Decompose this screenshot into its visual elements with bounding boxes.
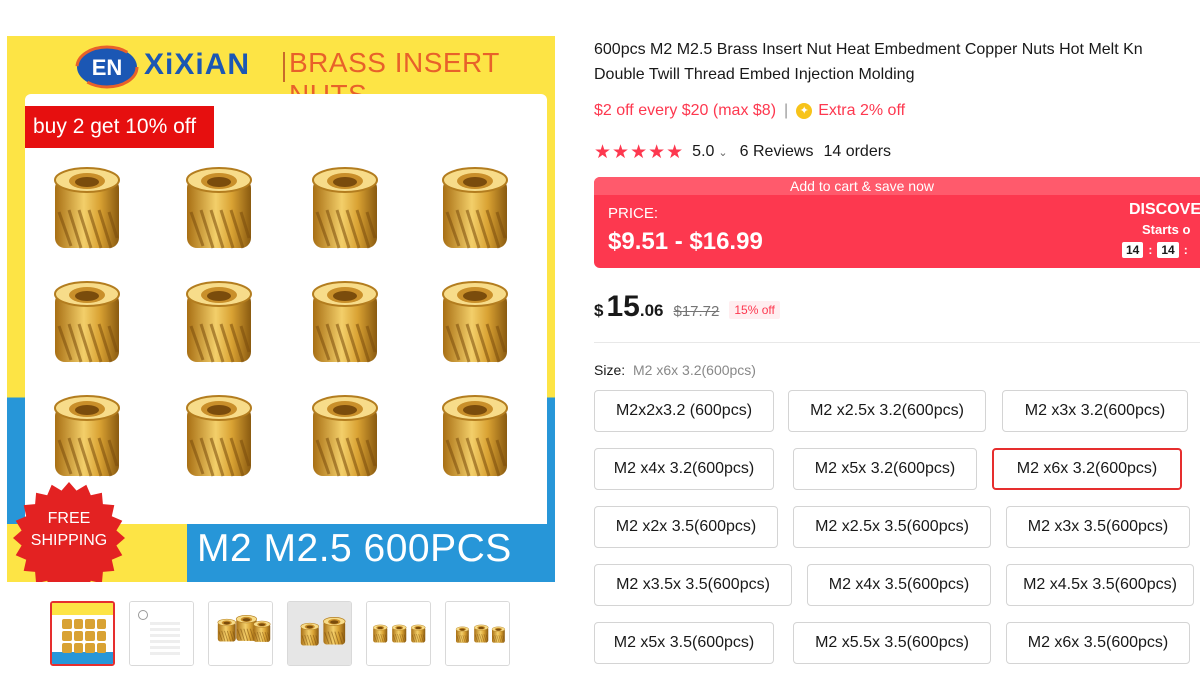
size-selected-value: M2 x6x 3.2(600pcs) (633, 362, 756, 378)
thumbnail-5[interactable] (366, 601, 431, 666)
orders-count: 14 orders (823, 143, 892, 160)
coin-icon: ✦ (796, 103, 813, 119)
size-option-2[interactable]: M2 x2.5x 3.2(600pcs) (788, 390, 986, 432)
image-right-band (547, 96, 555, 582)
size-option-8[interactable]: M2 x2.5x 3.5(600pcs) (793, 506, 991, 548)
product-title-line-1: 600pcs M2 M2.5 Brass Insert Nut Heat Emb… (594, 41, 1143, 58)
reviews-link[interactable]: 6 Reviews (740, 143, 814, 161)
original-price: $17.72 (673, 303, 720, 320)
brand-name: XiXiAN (144, 48, 251, 81)
brass-nut-7 (303, 278, 387, 370)
thumbnail-3[interactable] (208, 601, 273, 666)
brass-nut-10 (177, 392, 261, 484)
product-title-line-2: Double Twill Thread Embed Injection Mold… (594, 66, 915, 83)
brass-nut-4 (433, 164, 517, 256)
promo-badge: buy 2 get 10% off (25, 106, 214, 148)
price-range: $9.51 - $16.99 (608, 228, 763, 255)
chevron-down-icon[interactable]: ⌄ (718, 146, 727, 159)
size-option-1[interactable]: M2x2x3.2 (600pcs) (594, 390, 774, 432)
brass-nut-1 (45, 164, 129, 256)
size-option-12[interactable]: M2 x4.5x 3.5(600pcs) (1006, 564, 1194, 606)
brand-logo-text: EN (92, 55, 123, 80)
price-decimal: .06 (639, 301, 664, 320)
brass-nuts-grid (45, 164, 525, 504)
thumbnail-1[interactable] (50, 601, 115, 666)
free-shipping-label: FREE SHIPPING (30, 510, 108, 549)
countdown-timer: 14 : 14 : (1122, 242, 1193, 258)
current-price-row: $ 15 .06 $17.72 15% off (594, 290, 780, 324)
main-product-image[interactable]: EN XiXiAN BRASS INSERT NUTS buy 2 get 10… (7, 36, 555, 582)
brand-divider (283, 52, 285, 82)
timer-colon-1: : (1148, 243, 1153, 257)
brass-nut-5 (45, 278, 129, 370)
timer-box-1: 14 (1122, 242, 1144, 258)
price-banner: Add to cart & save now PRICE: $9.51 - $1… (594, 177, 1200, 268)
image-caption: M2 M2.5 600PCS (197, 527, 512, 570)
thumbnail-4[interactable] (287, 601, 352, 666)
size-option-6[interactable]: M2 x6x 3.2(600pcs) (992, 448, 1182, 490)
size-label-row: Size: M2 x6x 3.2(600pcs) (594, 362, 756, 378)
size-option-3[interactable]: M2 x3x 3.2(600pcs) (1002, 390, 1188, 432)
price-currency: $ (594, 301, 604, 320)
discover-label: DISCOVE (1129, 201, 1200, 218)
brass-nut-9 (45, 392, 129, 484)
size-option-13[interactable]: M2 x5x 3.5(600pcs) (594, 622, 774, 664)
rating-value[interactable]: 5.0 (692, 143, 714, 161)
coupon-separator: | (784, 102, 789, 119)
size-option-4[interactable]: M2 x4x 3.2(600pcs) (594, 448, 774, 490)
extra-off-text[interactable]: Extra 2% off (818, 102, 905, 120)
timer-box-2: 14 (1157, 242, 1179, 258)
brass-nut-2 (177, 164, 261, 256)
coupon-text[interactable]: $2 off every $20 (max $8) (594, 102, 776, 120)
starts-on-label: Starts o (1142, 222, 1191, 237)
size-option-15[interactable]: M2 x6x 3.5(600pcs) (1006, 622, 1190, 664)
size-option-7[interactable]: M2 x2x 3.5(600pcs) (594, 506, 778, 548)
add-to-cart-save-text: Add to cart & save now (594, 177, 1200, 195)
price-label: PRICE: (608, 205, 659, 222)
brass-nut-12 (433, 392, 517, 484)
brass-nut-11 (303, 392, 387, 484)
thumbnail-6[interactable] (445, 601, 510, 666)
timer-colon-2: : (1183, 243, 1188, 257)
coupon-row: $2 off every $20 (max $8) | ✦ Extra 2% o… (594, 100, 905, 122)
discount-badge: 15% off (729, 301, 780, 319)
size-option-11[interactable]: M2 x4x 3.5(600pcs) (807, 564, 991, 606)
size-option-14[interactable]: M2 x5.5x 3.5(600pcs) (793, 622, 991, 664)
size-option-5[interactable]: M2 x5x 3.2(600pcs) (793, 448, 977, 490)
size-label: Size: (594, 362, 626, 378)
size-option-10[interactable]: M2 x3.5x 3.5(600pcs) (594, 564, 792, 606)
thumbnail-2[interactable] (129, 601, 194, 666)
brand-logo-icon: EN (75, 45, 139, 89)
brass-nut-6 (177, 278, 261, 370)
brass-nut-8 (433, 278, 517, 370)
size-option-9[interactable]: M2 x3x 3.5(600pcs) (1006, 506, 1190, 548)
section-divider (594, 342, 1200, 343)
price-integer: 15 (606, 290, 640, 323)
rating-row: ★★★★★ 5.0 ⌄ 6 Reviews 14 orders (594, 141, 891, 163)
brass-nut-3 (303, 164, 387, 256)
star-rating-icon: ★★★★★ (594, 141, 685, 163)
product-title: 600pcs M2 M2.5 Brass Insert Nut Heat Emb… (594, 37, 1200, 87)
